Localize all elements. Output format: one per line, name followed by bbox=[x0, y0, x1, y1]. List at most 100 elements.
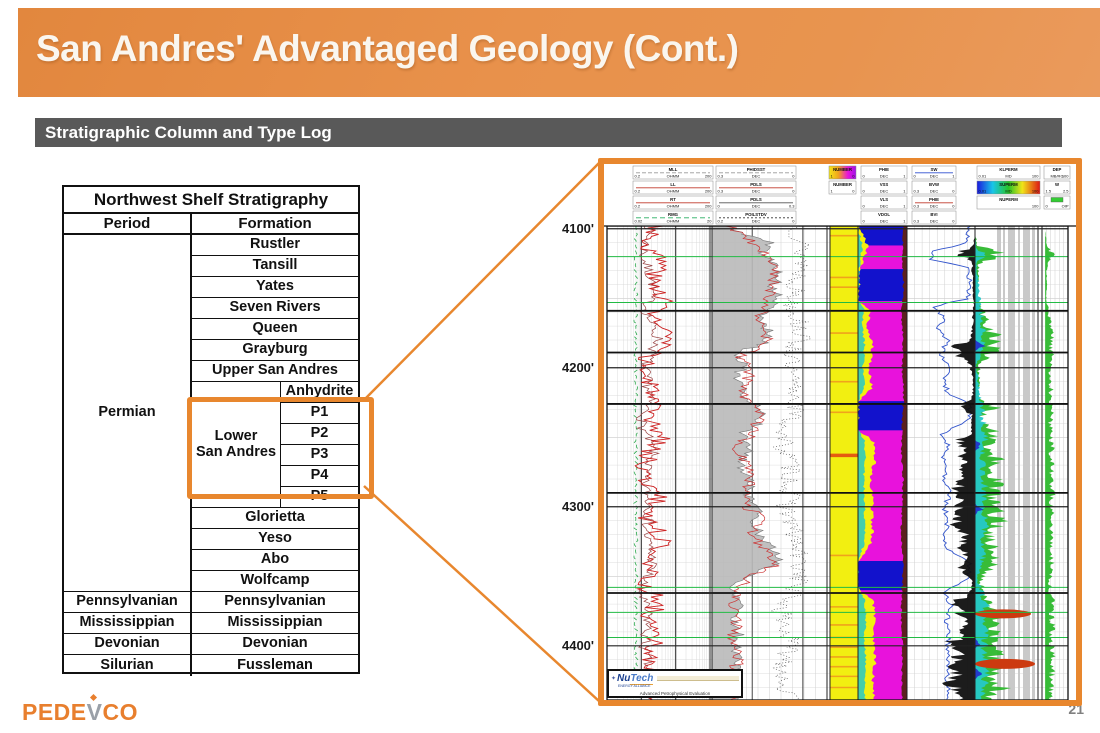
svg-text:PDLS: PDLS bbox=[750, 182, 762, 187]
period-cell: Silurian bbox=[64, 655, 192, 676]
svg-text:100: 100 bbox=[1062, 174, 1069, 179]
formation-cell: Rustler bbox=[192, 235, 358, 256]
svg-text:200: 200 bbox=[705, 189, 712, 194]
svg-text:PDLS: PDLS bbox=[750, 197, 762, 202]
type-log-panel: MLL0.2OHMM200LL0.2OHMM200RT0.2OHMM200RMG… bbox=[598, 158, 1082, 706]
nutech-logo-text: Nu bbox=[617, 673, 630, 684]
svg-text:NUPERM: NUPERM bbox=[999, 197, 1018, 202]
svg-text:POILSTDV: POILSTDV bbox=[745, 212, 767, 217]
svg-text:BVI: BVI bbox=[930, 212, 937, 217]
svg-text:0.3: 0.3 bbox=[718, 174, 724, 179]
svg-text:DEC: DEC bbox=[930, 189, 939, 194]
svg-text:100: 100 bbox=[1032, 174, 1039, 179]
svg-text:DEC: DEC bbox=[930, 174, 939, 179]
period-cell: Devonian bbox=[64, 634, 192, 655]
svg-text:DEC: DEC bbox=[880, 204, 889, 209]
svg-text:DEC: DEC bbox=[752, 174, 761, 179]
svg-text:VLS: VLS bbox=[880, 197, 888, 202]
perm-anomaly-blob bbox=[975, 609, 1031, 618]
page-title: San Andres' Advantaged Geology (Cont.) bbox=[18, 8, 1100, 70]
slide: San Andres' Advantaged Geology (Cont.) S… bbox=[0, 0, 1100, 733]
svg-text:DEC: DEC bbox=[880, 189, 889, 194]
svg-text:0.2: 0.2 bbox=[718, 219, 724, 224]
svg-text:2.5: 2.5 bbox=[1063, 189, 1069, 194]
formation-cell: Yeso bbox=[192, 529, 358, 550]
col-header-period: Period bbox=[64, 214, 192, 235]
svg-text:MD: MD bbox=[1005, 174, 1011, 179]
svg-text:0.01: 0.01 bbox=[979, 189, 988, 194]
svg-text:BVW: BVW bbox=[929, 182, 940, 187]
nutech-logo-box: ✦ Nu Tech ENERGY ALLIANCE Advanced Petro… bbox=[607, 669, 743, 698]
svg-text:NUMBER: NUMBER bbox=[833, 182, 853, 187]
svg-text:OHMM: OHMM bbox=[667, 204, 680, 209]
log-header: MLL0.2OHMM200LL0.2OHMM200RT0.2OHMM200RMG… bbox=[604, 164, 1076, 226]
svg-text:0.2: 0.2 bbox=[635, 174, 641, 179]
svg-text:SUPERM: SUPERM bbox=[999, 182, 1018, 187]
svg-text:0.3: 0.3 bbox=[718, 189, 724, 194]
period-cell: Pennsylvanian bbox=[64, 592, 192, 613]
svg-text:PHIE: PHIE bbox=[929, 197, 939, 202]
perm-anomaly-blob bbox=[975, 659, 1035, 669]
svg-text:0.2: 0.2 bbox=[635, 189, 641, 194]
svg-text:0.3: 0.3 bbox=[914, 189, 920, 194]
formation-cell: Fussleman bbox=[192, 655, 358, 676]
svg-text:DEP: DEP bbox=[1053, 167, 1062, 172]
table-title: Northwest Shelf Stratigraphy bbox=[64, 187, 358, 214]
svg-text:DEC: DEC bbox=[752, 189, 761, 194]
svg-text:VDOL: VDOL bbox=[878, 212, 890, 217]
svg-text:DEC: DEC bbox=[880, 219, 889, 224]
formation-cell: Upper San Andres bbox=[192, 361, 358, 382]
svg-text:VSS: VSS bbox=[880, 182, 889, 187]
svg-text:OHMM: OHMM bbox=[667, 219, 680, 224]
svg-text:0.01: 0.01 bbox=[979, 174, 988, 179]
svg-text:MD: MD bbox=[1005, 189, 1011, 194]
formation-cell: Devonian bbox=[192, 634, 358, 655]
period-cell: Permian bbox=[64, 235, 192, 592]
nutech-signature-line bbox=[657, 676, 739, 681]
formation-cell: Queen bbox=[192, 319, 358, 340]
svg-text:OHMM: OHMM bbox=[667, 174, 680, 179]
pedevco-logo: PEDEVCO bbox=[22, 699, 138, 726]
svg-text:20: 20 bbox=[707, 219, 712, 224]
period-cell: Mississippian bbox=[64, 613, 192, 634]
svg-text:0.3: 0.3 bbox=[914, 204, 920, 209]
svg-text:1.5: 1.5 bbox=[1046, 189, 1052, 194]
formation-cell: Pennsylvanian bbox=[192, 592, 358, 613]
well-log-chart: MLL0.2OHMM200LL0.2OHMM200RT0.2OHMM200RMG… bbox=[604, 164, 1076, 700]
svg-text:100: 100 bbox=[1032, 204, 1039, 209]
svg-text:OIP: OIP bbox=[1062, 204, 1069, 209]
formation-cell: Abo bbox=[192, 550, 358, 571]
section-header-bar: Stratigraphic Column and Type Log bbox=[35, 118, 1062, 147]
svg-text:LL: LL bbox=[670, 182, 676, 187]
svg-text:DEC: DEC bbox=[752, 219, 761, 224]
svg-text:0.02: 0.02 bbox=[635, 219, 644, 224]
nutech-star-icon: ✦ bbox=[611, 675, 616, 682]
depth-tick-label: 4400' bbox=[550, 638, 594, 653]
svg-text:KLPERM: KLPERM bbox=[999, 167, 1018, 172]
formation-cell: Grayburg bbox=[192, 340, 358, 361]
formation-cell: Glorietta bbox=[192, 508, 358, 529]
svg-text:DEC: DEC bbox=[930, 204, 939, 209]
svg-text:DEC: DEC bbox=[930, 219, 939, 224]
svg-text:NUMBER: NUMBER bbox=[833, 167, 853, 172]
svg-text:PHIDSST: PHIDSST bbox=[747, 167, 766, 172]
svg-text:0.3: 0.3 bbox=[789, 204, 795, 209]
svg-text:RT: RT bbox=[670, 197, 676, 202]
formation-cell: Seven Rivers bbox=[192, 298, 358, 319]
svg-text:MLL: MLL bbox=[669, 167, 678, 172]
formation-cell: Tansill bbox=[192, 256, 358, 277]
svg-text:DEC: DEC bbox=[880, 174, 889, 179]
formation-cell: Mississippian bbox=[192, 613, 358, 634]
svg-text:0.2: 0.2 bbox=[635, 204, 641, 209]
svg-text:RMG: RMG bbox=[668, 212, 679, 217]
svg-text:100: 100 bbox=[1032, 189, 1039, 194]
formation-cell: Wolfcamp bbox=[192, 571, 358, 592]
depth-tick-label: 4200' bbox=[550, 360, 594, 375]
svg-text:DEC: DEC bbox=[752, 204, 761, 209]
formation-cell: Yates bbox=[192, 277, 358, 298]
section-header-label: Stratigraphic Column and Type Log bbox=[45, 123, 332, 142]
svg-text:0.3: 0.3 bbox=[914, 219, 920, 224]
depth-tick-label: 4300' bbox=[550, 499, 594, 514]
svg-text:PHIE: PHIE bbox=[879, 167, 889, 172]
svg-text:200: 200 bbox=[705, 204, 712, 209]
